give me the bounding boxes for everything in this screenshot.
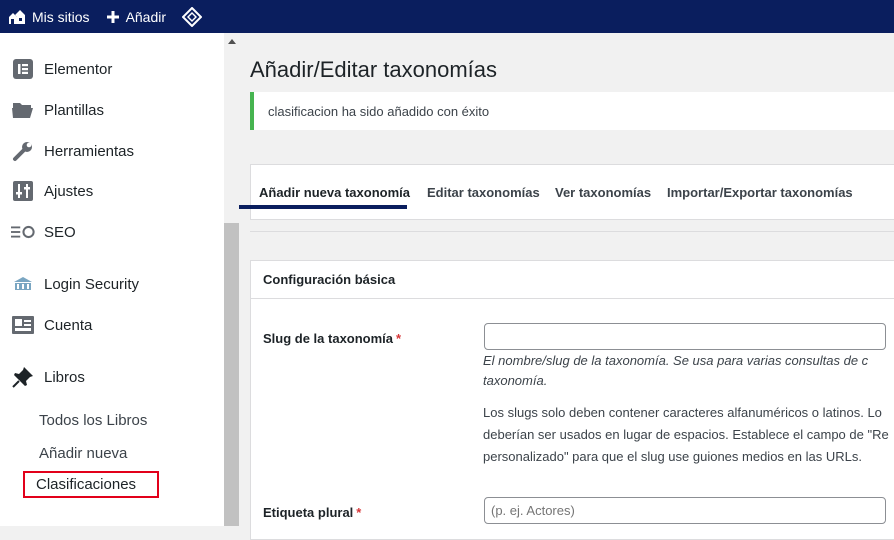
- notice-text: clasificacion ha sido añadido con éxito: [268, 103, 490, 119]
- tab-bar: Añadir nueva taxonomía Editar taxonomías…: [250, 164, 894, 220]
- submenu-item-label: Clasificaciones: [36, 476, 137, 493]
- sidebar-item-login-security[interactable]: Login Security: [0, 264, 224, 304]
- sidebar-item-elementor[interactable]: Elementor: [0, 49, 224, 89]
- slug-note-line-2: deberían ser usados en lugar de espacios…: [483, 427, 889, 442]
- success-notice: clasificacion ha sido añadido con éxito: [250, 92, 894, 130]
- scroll-up-arrow-icon[interactable]: [224, 33, 239, 50]
- plus-icon: [106, 10, 119, 23]
- slug-label-text: Slug de la taxonomía: [263, 331, 394, 346]
- main-content: Añadir/Editar taxonomías clasificacion h…: [239, 33, 894, 540]
- plural-label-input[interactable]: [484, 497, 886, 524]
- my-sites-menu[interactable]: Mis sitios: [0, 0, 96, 33]
- elementor-icon: [11, 57, 35, 81]
- wrench-icon: [11, 139, 35, 163]
- sidebar-item-label: Herramientas: [44, 142, 135, 160]
- submenu-item-clasificaciones[interactable]: Clasificaciones: [23, 471, 159, 498]
- account-card-icon: [11, 313, 35, 337]
- scrollbar-thumb[interactable]: [224, 223, 239, 526]
- panel-heading: Configuración básica: [251, 261, 894, 299]
- required-marker: *: [356, 505, 362, 520]
- sidebar-item-label: Ajustes: [44, 182, 94, 200]
- slug-help-line-1: El nombre/slug de la taxonomía. Se usa p…: [483, 353, 869, 368]
- sidebar-item-herramientas[interactable]: Herramientas: [0, 131, 224, 171]
- sidebar-item-label: SEO: [44, 223, 76, 241]
- seo-icon: [11, 220, 35, 244]
- sidebar-item-label: Cuenta: [44, 316, 93, 334]
- sidebar-item-label: Elementor: [44, 60, 113, 78]
- diamond-logo-menu[interactable]: [176, 0, 208, 33]
- pushpin-icon: [11, 365, 35, 389]
- new-content-menu[interactable]: Añadir: [101, 0, 172, 33]
- tab-ver-taxonomias[interactable]: Ver taxonomías: [555, 165, 651, 219]
- login-security-icon: [11, 272, 35, 296]
- sidebar-item-ajustes[interactable]: Ajustes: [0, 171, 224, 211]
- page-title: Añadir/Editar taxonomías: [250, 57, 498, 82]
- plural-label-text: Etiqueta plural: [263, 505, 354, 520]
- slug-note-line-1: Los slugs solo deben contener caracteres…: [483, 405, 882, 420]
- admin-bar: Mis sitios Añadir: [0, 0, 894, 33]
- diamond-logo-icon: [182, 6, 203, 27]
- sidebar-item-label: Login Security: [44, 275, 140, 293]
- basic-settings-panel: Configuración básica Slug de la taxonomí…: [250, 260, 894, 540]
- slug-note-line-3: personalizado" para que el slug use guio…: [483, 449, 862, 464]
- sidebar-item-label: Plantillas: [44, 101, 105, 119]
- my-sites-icon: [7, 9, 27, 25]
- active-tab-indicator: [239, 205, 407, 209]
- slug-help-line-2: taxonomía.: [483, 373, 548, 388]
- plural-field-label: Etiqueta plural *: [263, 505, 361, 520]
- sidebar-item-plantillas[interactable]: Plantillas: [0, 90, 224, 130]
- sidebar-item-libros[interactable]: Libros: [0, 357, 224, 397]
- slug-field-label: Slug de la taxonomía *: [263, 331, 401, 346]
- new-content-label: Añadir: [125, 8, 167, 25]
- admin-sidebar: Elementor Plantillas Herramientas Ajuste…: [0, 33, 224, 526]
- my-sites-label: Mis sitios: [32, 8, 90, 25]
- sidebar-scrollbar[interactable]: [224, 33, 239, 526]
- section-divider: [250, 231, 894, 232]
- settings-sliders-icon: [11, 179, 35, 203]
- required-marker: *: [396, 331, 402, 346]
- submenu-item-anadir-nueva[interactable]: Añadir nueva: [39, 445, 127, 462]
- sidebar-item-seo[interactable]: SEO: [0, 212, 224, 252]
- tab-importar-exportar[interactable]: Importar/Exportar taxonomías: [667, 165, 853, 219]
- submenu-item-todos-los-libros[interactable]: Todos los Libros: [39, 412, 147, 429]
- slug-input[interactable]: [484, 323, 886, 350]
- tab-anadir-nueva-taxonomia[interactable]: Añadir nueva taxonomía: [259, 165, 410, 219]
- tab-editar-taxonomias[interactable]: Editar taxonomías: [427, 165, 540, 219]
- sidebar-item-label: Libros: [44, 368, 85, 386]
- folder-icon: [11, 98, 35, 122]
- sidebar-item-cuenta[interactable]: Cuenta: [0, 305, 224, 345]
